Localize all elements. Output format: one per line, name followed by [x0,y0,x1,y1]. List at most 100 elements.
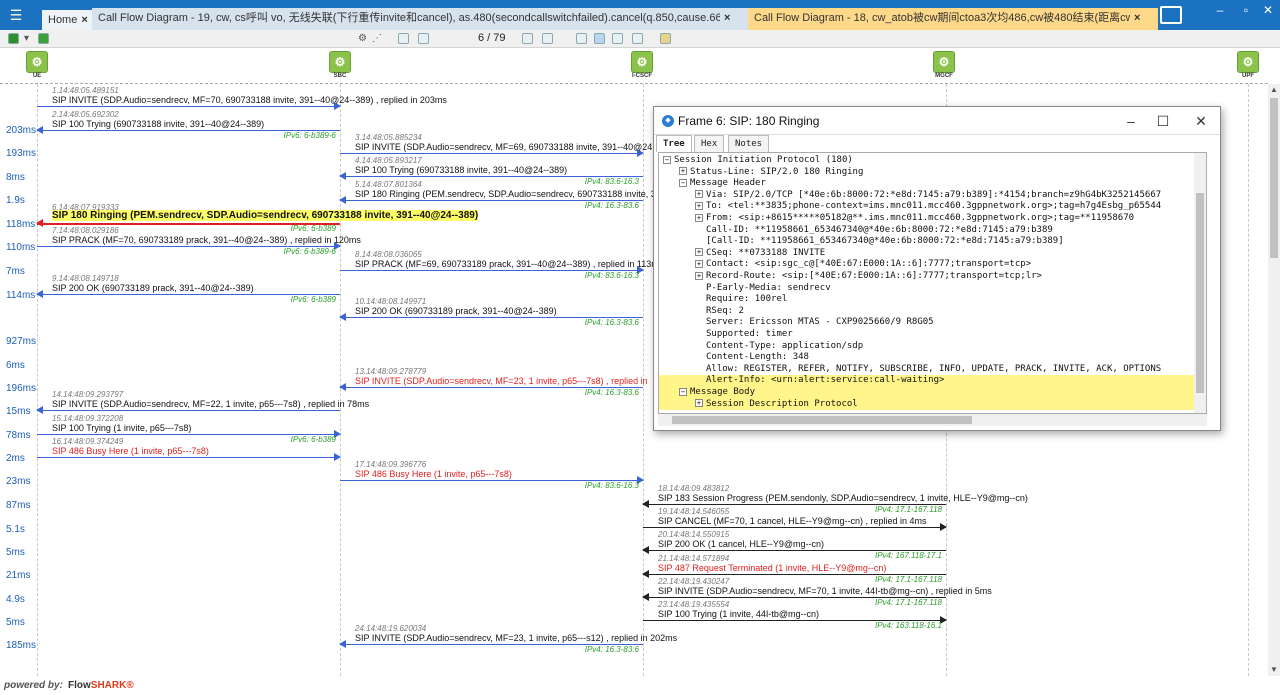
expand-icon[interactable]: + [679,167,687,176]
collapse-icon[interactable]: − [679,387,687,396]
expand-icon[interactable]: + [695,213,703,222]
tree-node-highlighted[interactable]: + Session Description Protocol [659,398,1206,411]
node-sbc[interactable]: ⚙ SBC [328,51,352,81]
message-row[interactable]: 2.14:48:05.692302 SIP 100 Trying (6907331… [36,110,340,140]
node-mgcf[interactable]: ⚙ MGCF [932,51,956,81]
layout-split-icon[interactable] [576,33,587,44]
tree-node[interactable]: Allow: REGISTER, REFER, NOTIFY, SUBSCRIB… [659,364,1206,376]
expand-icon[interactable]: + [695,201,703,210]
tree-node[interactable]: + CSeq: **0733188 INVITE [659,248,1206,260]
dropdown-icon[interactable]: ▾ [24,32,29,45]
close-icon[interactable]: × [1134,8,1140,28]
save-icon[interactable] [522,33,533,44]
scroll-up-icon[interactable]: ▲ [1268,84,1280,96]
tree-node[interactable]: + From: <sip:+8615*****05182@**.ims.mnc01… [659,213,1206,225]
message-row[interactable]: 7.14:48:08.029186 SIP PRACK (MF=70, 69073… [37,226,361,256]
tree-node[interactable]: + Via: SIP/2.0/TCP [*40e:6b:8000:72:*e8d:… [659,190,1206,202]
tree-node[interactable]: Content-Type: application/sdp [659,341,1206,353]
message-row[interactable]: 16.14:48:09.374249 SIP 486 Busy Here (1 i… [37,437,341,461]
tree-node[interactable]: + To: <tel:**3835;phone-context=ims.mnc01… [659,201,1206,213]
frame-detail-window[interactable]: ◆ Frame 6: SIP: 180 Ringing – ☐ ✕ Tree H… [653,106,1221,431]
expand-icon[interactable]: + [695,399,703,408]
scroll-thumb[interactable] [1270,98,1278,258]
message-row[interactable]: 9.14:48:08.149718 SIP 200 OK (690733189 p… [36,274,340,304]
tools-icon[interactable]: ⋰ [372,32,382,45]
message-row[interactable]: 5.14:48:07.801364 SIP 180 Ringing (PEM.se… [339,180,725,210]
tab-home[interactable]: Home × [42,8,92,30]
tree-node[interactable]: + Record-Route: <sip:[*40E:67:E000:1A::6]… [659,271,1206,283]
scroll-thumb[interactable] [672,416,972,424]
settings-icon[interactable]: ⚙ [358,32,367,45]
export-icon[interactable] [542,33,553,44]
message-row[interactable]: 8.14:48:08.036065 SIP PRACK (MF=69, 69073… [340,250,663,280]
add-icon[interactable] [38,33,49,44]
hamburger-menu-icon[interactable]: ☰ [6,7,26,23]
tree-node[interactable]: RSeq: 2 [659,306,1206,318]
expand-icon[interactable]: + [695,259,703,268]
layout-columns-icon[interactable] [612,33,623,44]
tree-node[interactable]: + Contact: <sip:sgc_c@[*40E:67:E000:1A::6… [659,259,1206,271]
message-row[interactable]: 3.14:48:05.885234 SIP INVITE (SDP.Audio=s… [340,133,652,157]
message-row[interactable]: 13.14:48:09.278779 SIP INVITE (SDP.Audio=… [339,367,648,397]
message-row[interactable]: 20.14:48:14.550915 SIP 200 OK (1 cancel, … [642,530,946,560]
message-row-selected[interactable]: 6.14:48:07.919333 SIP 180 Ringing (PEM.se… [36,203,479,233]
tree-node[interactable]: − Session Initiation Protocol (180) [659,155,1206,167]
close-icon[interactable]: × [724,8,730,28]
tab-hex[interactable]: Hex [694,135,725,152]
vertical-scrollbar[interactable]: ▲ ▼ [1268,84,1280,676]
tree-horizontal-scrollbar[interactable] [658,414,1207,426]
message-row[interactable]: 17.14:48:09.396776 SIP 486 Busy Here (1 i… [340,460,644,490]
fit-width-icon[interactable] [632,33,643,44]
tree-node[interactable]: Call-ID: **11958661_653467340@*40e:6b:80… [659,225,1206,237]
tree-node-highlighted[interactable]: − Message Body [659,387,1206,399]
message-row[interactable]: 15.14:48:09.372208 SIP 100 Trying (1 invi… [37,414,341,444]
message-row[interactable]: 14.14:48:09.293797 SIP INVITE (SDP.Audio=… [36,390,369,414]
grid-icon[interactable] [8,33,19,44]
message-row[interactable]: 21.14:48:14.571894 SIP 487 Request Termin… [642,554,946,584]
tree-node[interactable]: + Status-Line: SIP/2.0 180 Ringing [659,167,1206,179]
message-row[interactable]: 24.14:48:19.620034 SIP INVITE (SDP.Audio=… [339,624,677,654]
bookmark-next-icon[interactable] [418,33,429,44]
message-row[interactable]: 4.14:48:05.893217 SIP 100 Trying (6907331… [339,156,643,186]
tab-tree[interactable]: Tree [656,135,692,152]
tab-notes[interactable]: Notes [728,135,770,152]
tree-vertical-scrollbar[interactable] [1194,153,1206,413]
tree-node[interactable]: [Call-ID: **11958661_653467340@*40e:6b:8… [659,236,1206,248]
message-row[interactable]: 1.14:48:05.489151 SIP INVITE (SDP.Audio=s… [37,86,447,110]
message-row[interactable]: 22.14:48:19.430247 SIP INVITE (SDP.Audio=… [642,577,992,607]
tree-node-highlighted[interactable]: Alert-Info: <urn:alert:service:call-wait… [659,375,1206,387]
message-row[interactable]: 19.14:48:14.546055 SIP CANCEL (MF=70, 1 c… [643,507,947,531]
minimize-icon[interactable]: – [1210,3,1230,17]
message-row[interactable]: 10.14:48:08.149971 SIP 200 OK (690733189 … [339,297,643,327]
tab-call-flow-19[interactable]: Call Flow Diagram - 19, cw, cs呼叫 vo, 无线失… [92,8,748,30]
frame-titlebar[interactable]: ◆ Frame 6: SIP: 180 Ringing – ☐ ✕ [654,107,1220,135]
node-icscf[interactable]: ⚙ I-CSCF [630,51,654,81]
lock-icon[interactable] [660,33,671,44]
protocol-tree[interactable]: − Session Initiation Protocol (180) + Stat… [658,152,1207,414]
close-window-icon[interactable]: ✕ [1258,3,1278,17]
close-icon[interactable]: ✕ [1186,112,1216,130]
tab-call-flow-18[interactable]: Call Flow Diagram - 18, cw_atob被cw期间ctoa… [748,8,1158,30]
message-row[interactable]: 23.14:48:19.435554 SIP 100 Trying (1 invi… [643,600,947,630]
tree-node[interactable]: Content-Length: 348 [659,352,1206,364]
expand-icon[interactable]: + [695,190,703,199]
message-row[interactable]: 18.14:48:09.483812 SIP 183 Session Progre… [642,484,1028,514]
expand-icon[interactable]: + [695,271,703,280]
collapse-icon[interactable]: − [663,155,671,164]
node-ue[interactable]: ⚙ UE [25,51,49,81]
maximize-icon[interactable]: ☐ [1148,112,1178,130]
new-tab-button[interactable] [1160,6,1182,24]
layout-active-icon[interactable] [594,33,605,44]
tree-node[interactable]: P-Early-Media: sendrecv [659,283,1206,295]
bookmark-icon[interactable] [398,33,409,44]
tree-node[interactable]: Supported: timer [659,329,1206,341]
tree-node[interactable]: Server: Ericsson MTAS - CXP9025660/9 R8G… [659,317,1206,329]
expand-icon[interactable]: + [695,248,703,257]
scroll-down-icon[interactable]: ▼ [1268,664,1280,676]
tree-node[interactable]: − Message Header [659,178,1206,190]
minimize-icon[interactable]: – [1116,112,1146,130]
tree-node[interactable]: Require: 100rel [659,294,1206,306]
close-icon[interactable]: × [81,10,87,30]
collapse-icon[interactable]: − [679,178,687,187]
restore-icon[interactable]: ▫ [1236,3,1256,17]
